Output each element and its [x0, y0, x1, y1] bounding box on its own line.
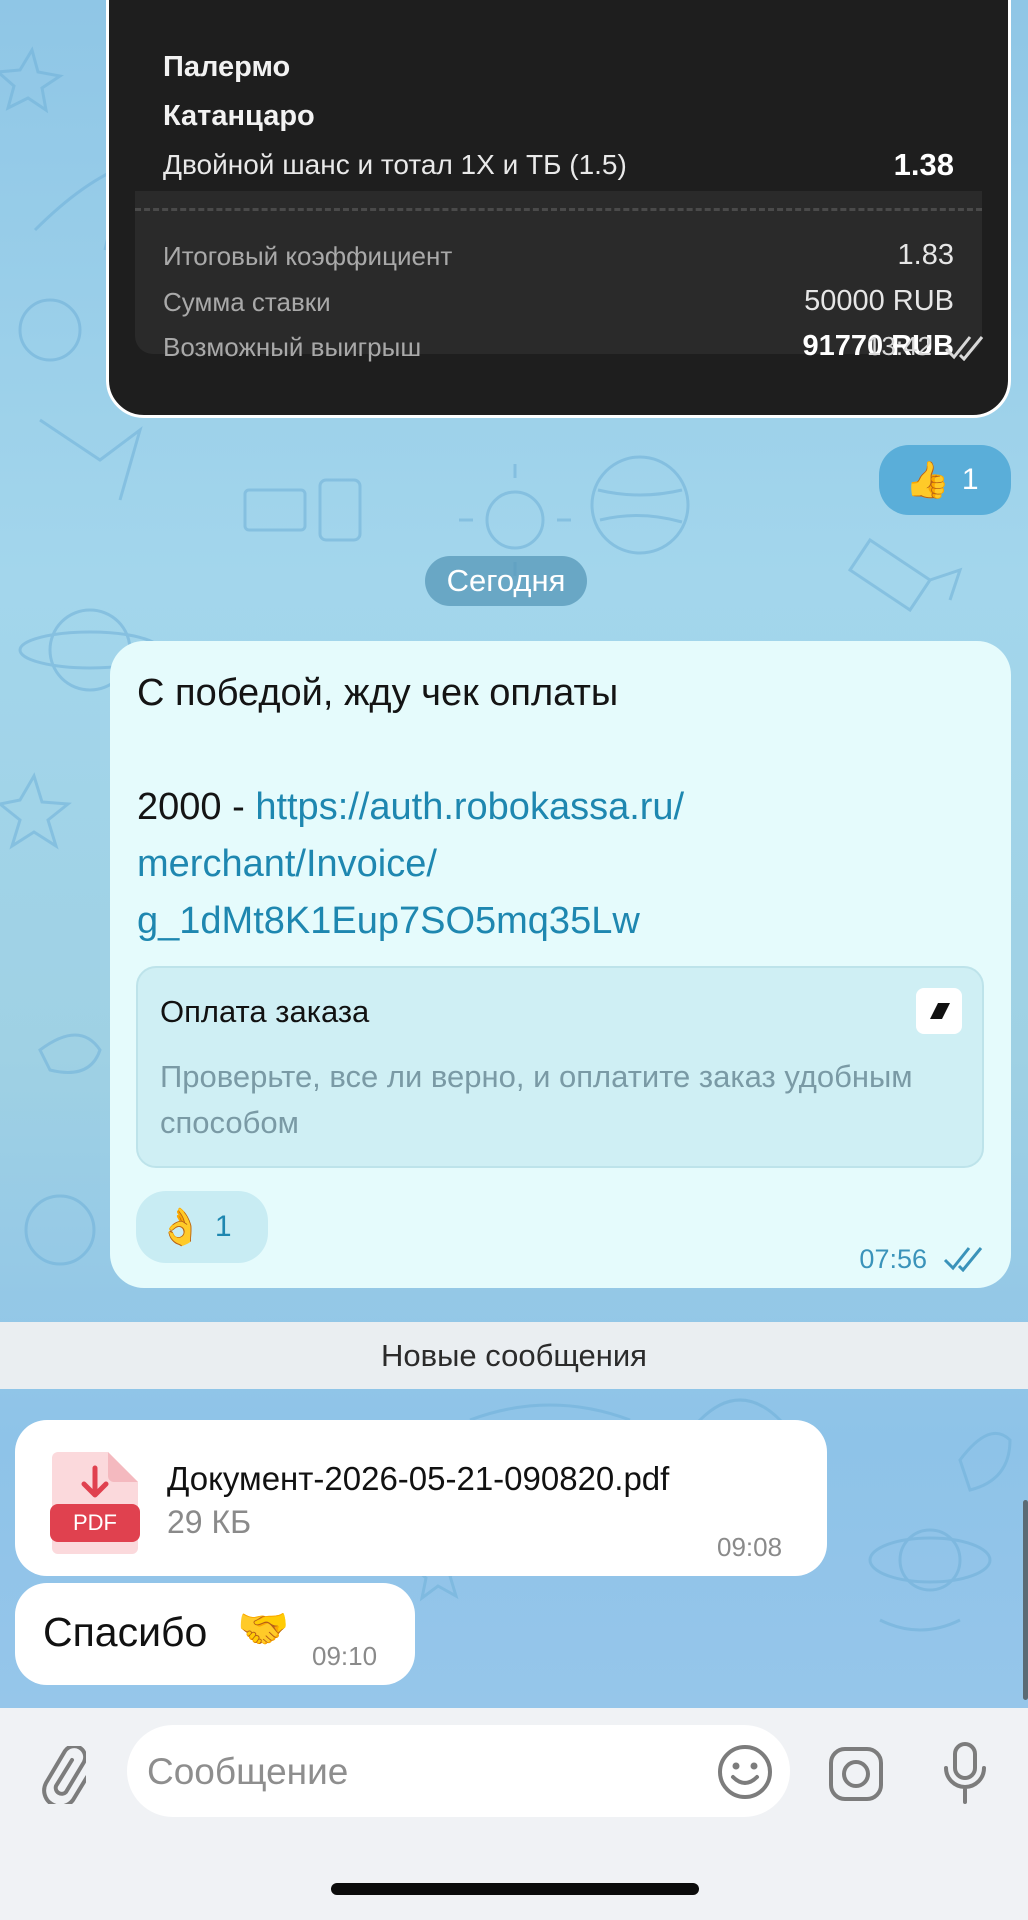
message-input-wrapper [127, 1725, 790, 1819]
link-preview-card[interactable]: Оплата заказа Проверьте, все ли верно, и… [136, 966, 984, 1168]
invoice-link-cont[interactable]: g_1dMt8K1Eup7SO5mq35Lw [137, 893, 967, 950]
message-input[interactable] [145, 1725, 709, 1819]
file-size: 29 КБ [167, 1504, 252, 1540]
team-away: Катанцаро [163, 100, 315, 132]
stake-value: 50000 RUB [804, 285, 954, 317]
receipt-summary: Итоговый коэффициент 1.83 Сумма ставки 5… [135, 191, 982, 362]
handshake-icon: 🤝 [237, 1605, 290, 1652]
invoice-link[interactable]: https://auth.robokassa.ru/ [255, 786, 684, 828]
total-odds-label: Итоговый коэффициент [163, 241, 453, 271]
message-time: 09:10 [312, 1641, 378, 1671]
preview-title: Оплата заказа [160, 994, 370, 1029]
ok-hand-icon: 👌 [158, 1206, 203, 1247]
invoice-link-cont[interactable]: merchant/Invoice/ [137, 836, 967, 893]
robokassa-logo-icon [916, 988, 962, 1034]
outgoing-message-bubble[interactable]: С победой, жду чек оплаты 2000 - https:/… [110, 641, 1011, 1288]
total-odds-value: 1.83 [897, 239, 954, 271]
reaction-thumbs-up[interactable]: 👍 1 [879, 445, 1011, 515]
bet-odds: 1.38 [893, 147, 954, 182]
bet-description: Двойной шанс и тотал 1X и ТБ (1.5) [163, 149, 627, 180]
team-home: Палермо [163, 51, 291, 83]
message-text: С победой, жду чек оплаты 2000 - https:/… [137, 665, 967, 950]
message-line: С победой, жду чек оплаты [137, 672, 619, 714]
preview-description: Проверьте, все ли верно, и оплатите зака… [160, 1059, 913, 1140]
paperclip-icon[interactable] [40, 1746, 86, 1804]
document-message-bubble[interactable]: PDF Документ-2026-05-21-090820.pdf 29 КБ… [15, 1420, 827, 1576]
chat-scrollbar[interactable] [1023, 1500, 1028, 1700]
payment-amount: 2000 - [137, 786, 256, 828]
thanks-message-bubble[interactable]: Спасибо 🤝 09:10 [15, 1583, 415, 1685]
camera-icon[interactable] [826, 1744, 886, 1804]
reaction-count: 1 [214, 1210, 232, 1243]
bet-receipt-bubble[interactable]: Палермо Катанцаро Двойной шанс и тотал 1… [106, 0, 1011, 418]
emoji-icon[interactable] [716, 1743, 774, 1801]
double-check-icon [943, 1247, 983, 1272]
date-separator: Сегодня [425, 556, 587, 606]
message-time: 13:42 [866, 331, 932, 361]
possible-win-label: Возможный выигрыш [163, 332, 422, 362]
pdf-file-icon[interactable]: PDF [48, 1448, 142, 1554]
message-time: 09:08 [717, 1532, 783, 1562]
thumbs-up-icon: 👍 [905, 459, 950, 500]
reaction-count: 1 [961, 463, 979, 496]
pdf-label: PDF [73, 1510, 117, 1535]
reaction-ok-hand[interactable]: 👌 1 [136, 1191, 268, 1263]
message-text: Спасибо [43, 1609, 208, 1655]
new-messages-separator: Новые сообщения [0, 1322, 1028, 1389]
file-name: Документ-2026-05-21-090820.pdf [167, 1460, 670, 1497]
home-indicator[interactable] [331, 1883, 699, 1895]
dashed-divider [135, 208, 982, 211]
microphone-icon[interactable] [940, 1740, 990, 1806]
message-time: 07:56 [859, 1244, 927, 1274]
double-check-icon [944, 336, 984, 361]
stake-label: Сумма ставки [163, 287, 331, 317]
